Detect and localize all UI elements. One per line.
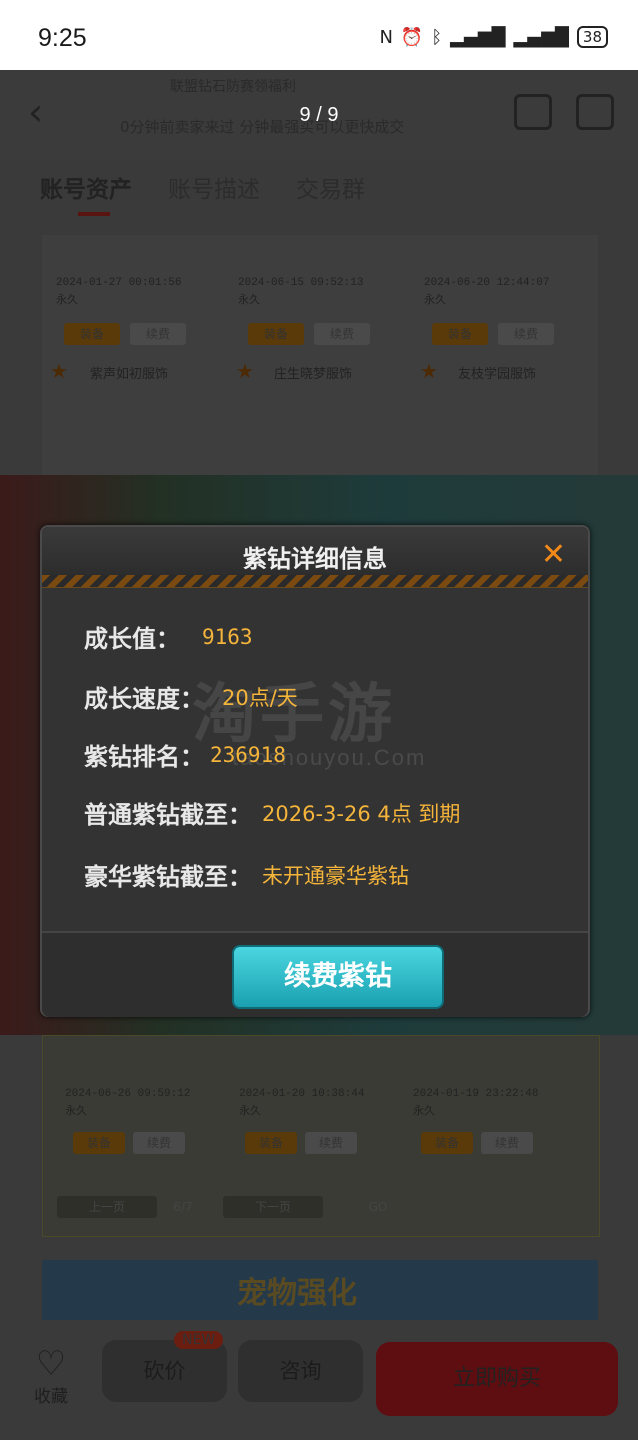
item-timestamp: 2024-01-27 00:01:56 xyxy=(56,277,182,289)
banner-text: 宠物强化 xyxy=(237,1276,357,1311)
luxury-expiry-row: 豪华紫钻截至： 未开通豪华紫钻 xyxy=(84,857,409,892)
item-duration: 永久 xyxy=(238,295,260,307)
normal-expiry-label: 普通紫钻截至： xyxy=(84,801,252,829)
equip-chip: 装备 xyxy=(248,323,304,345)
growth-speed-label: 成长速度： xyxy=(84,685,204,713)
dialog-titlebar: 紫钻详细信息 ✕ xyxy=(42,527,588,588)
top-bar: ‹ 联盟钻石防赛领福利 0分钟前卖家来过 分钟最强买可以更快成交 9 / 9 xyxy=(0,70,638,160)
tab-indicator xyxy=(78,212,110,216)
item-duration: 永久 xyxy=(65,1106,87,1118)
nfc-icon: N xyxy=(379,26,393,48)
luxury-expiry-value: 未开通豪华紫钻 xyxy=(262,863,409,888)
tab-description[interactable]: 账号描述 xyxy=(168,170,260,204)
growth-speed-value: 20点/天 xyxy=(222,685,298,710)
signal-icon-2: ▂▄▆█ xyxy=(513,26,569,48)
status-time: 9:25 xyxy=(38,24,87,52)
heart-icon: ♡ xyxy=(35,1344,67,1384)
rank-value: 236918 xyxy=(210,742,286,767)
item-name: 庄生晓梦服饰 xyxy=(274,367,353,382)
purple-diamond-dialog: 紫钻详细信息 ✕ 淘手游 taoshouyou.Com 成长值： 9163 成长… xyxy=(40,525,590,1017)
tab-assets[interactable]: 账号资产 xyxy=(40,170,132,204)
battery-icon: 38 xyxy=(576,26,608,48)
lower-item-grid: 2024-06-26 09:59:12 2024-01-20 10:38:44 … xyxy=(42,1035,600,1237)
rank-row: 紫钻排名： 236918 xyxy=(84,737,286,772)
renew-chip: 续费 xyxy=(314,323,370,345)
alarm-icon: ⏰ xyxy=(400,26,424,48)
renew-purple-diamond-button[interactable]: 续费紫钻 xyxy=(232,945,444,1009)
bluetooth-icon: ᛒ xyxy=(431,26,443,48)
item-duration: 永久 xyxy=(56,295,78,307)
item-timestamp: 2024-06-15 09:52:13 xyxy=(238,277,364,289)
equip-chip: 装备 xyxy=(73,1132,125,1154)
go-button: GO xyxy=(368,1200,388,1214)
luxury-expiry-label: 豪华紫钻截至： xyxy=(84,863,252,891)
equip-chip: 装备 xyxy=(432,323,488,345)
item-timestamp: 2024-06-20 12:44:07 xyxy=(424,277,550,289)
tab-bar: 账号资产 账号描述 交易群 xyxy=(40,170,365,204)
prev-page: 上一页 xyxy=(57,1196,157,1218)
bargain-button[interactable]: 砍价 xyxy=(102,1340,227,1402)
buy-now-button[interactable]: 立即购买 xyxy=(376,1342,618,1416)
normal-expiry-value: 2026-3-26 4点 到期 xyxy=(262,801,461,826)
star-icon: ★ xyxy=(420,359,438,383)
star-icon: ★ xyxy=(50,359,68,383)
item-duration: 永久 xyxy=(239,1106,261,1118)
growth-speed-row: 成长速度： 20点/天 xyxy=(84,679,298,714)
page-indicator: 6/7 xyxy=(173,1200,193,1214)
signal-icon: ▂▄▆█ xyxy=(450,26,506,48)
renew-chip: 续费 xyxy=(133,1132,185,1154)
star-icon: ★ xyxy=(236,359,254,383)
growth-value-row: 成长值： 9163 xyxy=(84,619,253,654)
item-name: 友枝学园服饰 xyxy=(458,367,537,382)
growth-value-label: 成长值： xyxy=(84,625,180,653)
item-timestamp: 2024-01-20 10:38:44 xyxy=(239,1088,365,1100)
item-timestamp: 2024-01-19 23:22:48 xyxy=(413,1088,539,1100)
renew-chip: 续费 xyxy=(305,1132,357,1154)
next-page: 下一页 xyxy=(223,1196,323,1218)
dialog-title: 紫钻详细信息 xyxy=(243,545,387,573)
bottom-action-bar: ♡ 收藏 砍价 NEW 咨询 立即购买 xyxy=(0,1320,638,1440)
favorite-box-icon[interactable] xyxy=(514,94,552,130)
renew-chip: 续费 xyxy=(130,323,186,345)
item-name: 紫声如初服饰 xyxy=(90,367,169,382)
consult-button[interactable]: 咨询 xyxy=(238,1340,363,1402)
dialog-footer: 续费紫钻 xyxy=(42,931,588,1017)
status-icons: N ⏰ ᛒ ▂▄▆█ ▂▄▆█ 38 xyxy=(379,26,608,48)
item-duration: 永久 xyxy=(424,295,446,307)
equip-chip: 装备 xyxy=(245,1132,297,1154)
tab-trade-group[interactable]: 交易群 xyxy=(296,170,365,204)
item-timestamp: 2024-06-26 09:59:12 xyxy=(65,1088,191,1100)
item-duration: 永久 xyxy=(413,1106,435,1118)
renew-chip: 续费 xyxy=(481,1132,533,1154)
equip-chip: 装备 xyxy=(64,323,120,345)
growth-value: 9163 xyxy=(202,624,253,649)
status-bar: 9:25 N ⏰ ᛒ ▂▄▆█ ▂▄▆█ 38 xyxy=(0,0,638,70)
new-badge: NEW xyxy=(174,1331,224,1349)
share-icon[interactable] xyxy=(576,94,614,130)
header-notice-1: 联盟钻石防赛领福利 xyxy=(170,79,296,95)
close-icon[interactable]: ✕ xyxy=(541,537,566,572)
promo-banner: 宠物强化 xyxy=(42,1260,598,1320)
favorite-button[interactable]: ♡ 收藏 xyxy=(34,1346,68,1407)
equip-chip: 装备 xyxy=(421,1132,473,1154)
rank-label: 紫钻排名： xyxy=(84,743,204,771)
renew-chip: 续费 xyxy=(498,323,554,345)
favorite-label: 收藏 xyxy=(34,1387,68,1407)
normal-expiry-row: 普通紫钻截至： 2026-3-26 4点 到期 xyxy=(84,795,460,830)
